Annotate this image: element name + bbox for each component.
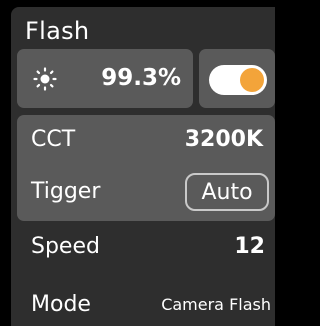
flash-params-panel: CCT 3200K Tigger Auto [17, 115, 275, 221]
trigger-auto-button[interactable]: Auto [185, 173, 269, 211]
trigger-label: Tigger [31, 179, 101, 204]
speed-value: 12 [234, 234, 265, 259]
mode-label: Mode [31, 292, 91, 317]
speed-row[interactable]: Speed 12 [11, 229, 275, 265]
cct-row[interactable]: CCT 3200K [17, 125, 275, 155]
page-title: Flash [25, 17, 90, 45]
trigger-row: Tigger Auto [17, 173, 275, 211]
brightness-value: 99.3% [101, 65, 181, 91]
mode-value: Camera Flash [161, 295, 271, 314]
cct-value: 3200K [184, 127, 263, 152]
sun-icon [33, 67, 57, 91]
cct-label: CCT [31, 127, 76, 152]
flash-toggle[interactable] [209, 65, 267, 95]
flash-toggle-card [199, 49, 275, 108]
toggle-knob [240, 68, 264, 92]
speed-label: Speed [31, 234, 100, 259]
flash-screen: Flash 99.3% CCT 3200K Tigger Auto Speed … [11, 7, 275, 326]
mode-row[interactable]: Mode Camera Flash [11, 287, 275, 323]
brightness-control[interactable]: 99.3% [17, 49, 193, 108]
